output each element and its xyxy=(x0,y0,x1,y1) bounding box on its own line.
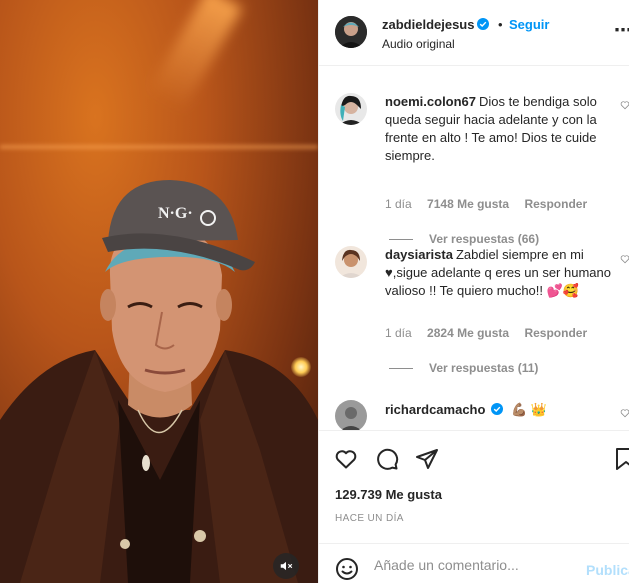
author-username-row[interactable]: zabdieldejesus xyxy=(382,17,490,32)
comment-composer: Publicar xyxy=(319,543,629,583)
more-options-icon[interactable]: ⋯ xyxy=(614,20,629,41)
comment-like-icon[interactable] xyxy=(620,100,629,110)
publish-button[interactable]: Publicar xyxy=(586,562,629,578)
comment-text: richardcamacho 💪🏽 👑 xyxy=(385,401,623,419)
comment-body: 💪🏽 👑 xyxy=(511,402,548,417)
comment-icon[interactable] xyxy=(375,447,399,471)
comments-list[interactable]: noemi.colon67 Dios te bendiga solo queda … xyxy=(319,66,629,430)
post-viewer: N·G· zabdieldejesus • Seguir Audio origi… xyxy=(0,0,629,583)
avatar-image xyxy=(335,400,367,430)
verified-badge-icon xyxy=(491,403,504,415)
audio-label[interactable]: Audio original xyxy=(382,37,455,51)
mute-toggle-button[interactable] xyxy=(273,553,299,579)
comment-like-icon[interactable] xyxy=(620,408,629,418)
reply-button[interactable]: Responder xyxy=(524,197,587,211)
emoji-icon[interactable] xyxy=(335,557,359,581)
post-media[interactable]: N·G· xyxy=(0,0,318,583)
post-header: zabdieldejesus • Seguir Audio original ⋯ xyxy=(319,0,629,66)
header-separator: • xyxy=(498,17,503,32)
avatar-image xyxy=(335,16,367,48)
comment-likes[interactable]: 7148 Me gusta xyxy=(427,197,509,211)
comment-username[interactable]: noemi.colon67 xyxy=(385,94,476,109)
view-replies-label[interactable]: Ver respuestas (11) xyxy=(429,361,538,375)
follow-button[interactable]: Seguir xyxy=(509,17,549,32)
avatar-image xyxy=(335,93,367,125)
person-illustration: N·G· xyxy=(0,180,318,583)
commenter-avatar[interactable] xyxy=(335,246,367,278)
replies-line xyxy=(389,239,413,241)
view-replies-label[interactable]: Ver respuestas (66) xyxy=(429,232,539,246)
verified-badge-icon xyxy=(477,18,490,30)
author-username[interactable]: zabdieldejesus xyxy=(382,17,474,32)
comment-age[interactable]: 1 día xyxy=(385,326,412,340)
view-replies-button[interactable]: Ver respuestas (66) xyxy=(389,232,539,246)
comment-age[interactable]: 1 día xyxy=(385,197,412,211)
comment-meta: 1 día 7148 Me gusta Responder xyxy=(385,197,599,211)
comment-meta: 1 día 2824 Me gusta Responder xyxy=(385,326,599,340)
comment-like-icon[interactable] xyxy=(620,254,629,264)
comment-item: daysiarista Zabdiel siempre en mi ♥,sigue… xyxy=(319,245,629,395)
reply-button[interactable]: Responder xyxy=(524,326,587,340)
heart-icon[interactable] xyxy=(334,447,358,471)
commenter-avatar[interactable] xyxy=(335,93,367,125)
comment-item: richardcamacho 💪🏽 👑 xyxy=(319,399,629,430)
comment-item: noemi.colon67 Dios te bendiga solo queda … xyxy=(319,91,629,246)
svg-text:N·G·: N·G· xyxy=(158,205,193,222)
avatar-image xyxy=(335,246,367,278)
comment-username[interactable]: daysiarista xyxy=(385,247,453,262)
post-sidebar: zabdieldejesus • Seguir Audio original ⋯ xyxy=(318,0,629,583)
likes-count[interactable]: 129.739 Me gusta xyxy=(335,487,442,502)
share-icon[interactable] xyxy=(415,447,439,471)
comment-likes[interactable]: 2824 Me gusta xyxy=(427,326,509,340)
bookmark-icon[interactable] xyxy=(615,447,629,471)
comment-username[interactable]: richardcamacho xyxy=(385,402,485,417)
replies-line xyxy=(389,368,413,370)
post-time-ago[interactable]: HACE UN DÍA xyxy=(335,513,404,524)
author-avatar[interactable] xyxy=(335,16,367,48)
comment-text: daysiarista Zabdiel siempre en mi ♥,sigue… xyxy=(385,246,623,300)
speaker-muted-icon xyxy=(280,561,293,571)
comment-text: noemi.colon67 Dios te bendiga solo queda … xyxy=(385,93,623,165)
commenter-avatar[interactable] xyxy=(335,400,367,430)
comment-input[interactable] xyxy=(374,555,584,575)
view-replies-button[interactable]: Ver respuestas (11) xyxy=(389,361,538,375)
